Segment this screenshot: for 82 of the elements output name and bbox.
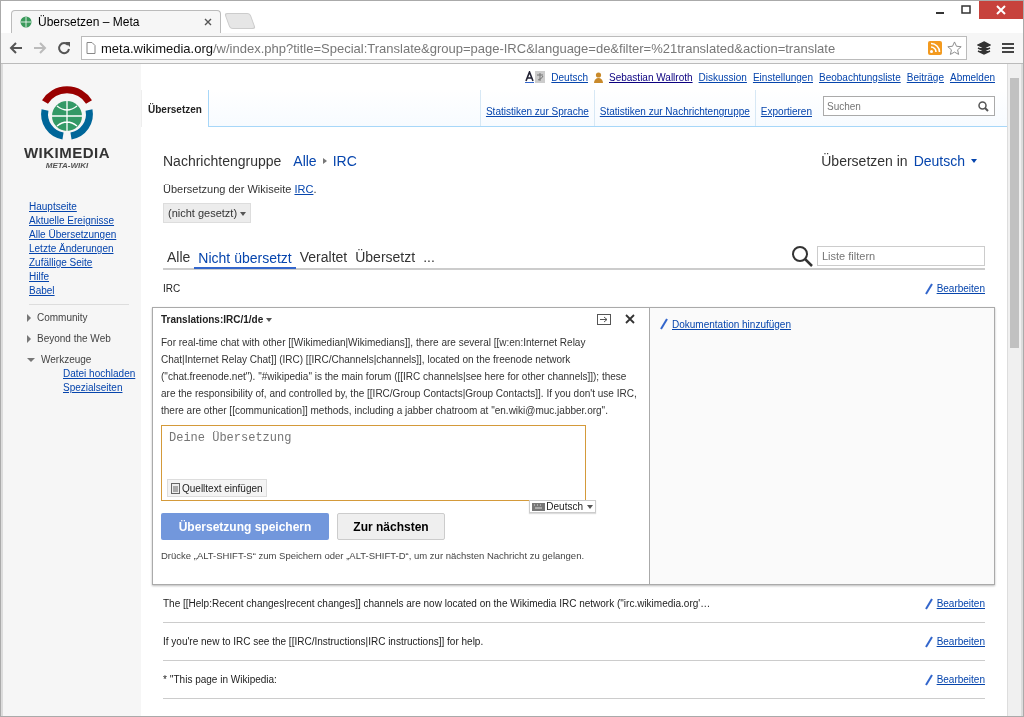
filter-tab[interactable]: ... xyxy=(419,246,439,266)
group-label: Nachrichtengruppe xyxy=(163,153,282,169)
language-icon[interactable] xyxy=(525,71,546,83)
clipboard-icon xyxy=(171,482,180,494)
message-text: If you're new to IRC see the [[IRC/Instructions|IRC instructions]] for help. xyxy=(163,636,485,647)
personal-link[interactable]: Beiträge xyxy=(906,71,944,83)
page-description: Übersetzung der Wikiseite IRC. xyxy=(163,183,317,195)
personal-link[interactable]: Sebastian Wallroth xyxy=(609,71,693,83)
search-field[interactable]: Suchen xyxy=(823,96,995,116)
filter-tab[interactable]: Veraltet xyxy=(295,246,352,266)
sidebar-link[interactable]: Datei hochladen xyxy=(63,368,136,379)
logo-subtitle: META-WIKI xyxy=(45,161,89,170)
message-text: * ''This page in Wikipedia: xyxy=(163,674,278,685)
language-link[interactable]: Deutsch xyxy=(551,71,588,83)
portal-toggle[interactable]: Beyond the Web xyxy=(27,333,111,344)
portal-toggle[interactable]: Community xyxy=(27,312,88,323)
translate-in-label: Übersetzen in xyxy=(821,153,908,169)
message-text: IRC xyxy=(163,283,182,294)
back-icon[interactable] xyxy=(9,41,23,55)
priority-dropdown[interactable]: (nicht gesetzt) xyxy=(163,203,252,223)
filter-tab[interactable]: Nicht übersetzt xyxy=(194,246,296,269)
personal-link[interactable]: Einstellungen xyxy=(752,71,813,83)
sidebar-link[interactable]: Letzte Änderungen xyxy=(29,243,129,254)
search-icon[interactable] xyxy=(978,101,989,112)
action-link[interactable]: Exportieren xyxy=(754,90,817,126)
page-tab[interactable]: Übersetzen xyxy=(141,90,209,127)
pencil-icon xyxy=(924,597,933,610)
breadcrumb-arrow-icon xyxy=(322,158,327,164)
breadcrumb-link[interactable]: IRC xyxy=(332,153,357,169)
sidebar-link[interactable]: Spezialseiten xyxy=(63,382,136,393)
pencil-icon xyxy=(924,635,933,648)
sidebar-link[interactable]: Hilfe xyxy=(29,271,129,282)
paste-source-button[interactable]: Quelltext einfügen xyxy=(167,479,267,497)
personal-link[interactable]: Diskussion xyxy=(698,71,747,83)
edit-link[interactable]: Bearbeiten xyxy=(936,674,985,685)
tab-title: Übersetzen – Meta xyxy=(38,15,141,29)
sidebar-link[interactable]: Babel xyxy=(29,285,129,296)
search-icon xyxy=(791,245,813,267)
source-text: For real-time chat with other [[Wikimedian|Wikimedians]], there are several [[w:en:Internet Relay Chat|Internet Relay Chat]] (IRC) [[IRC/Channels|channels]], located on the freenode network ("chat.freenode.net"). "#wikipedia" is the main forum ([[IRC channels|see here for other channels]]); these are the responsibility of, and controlled by, the [[IRC/Group Contacts|Group Contacts]]. If you don't use IRC, there are other [[communication]] methods, including a jabber chatroom at "en.wiki@muc.jabber.org". xyxy=(161,336,638,418)
filter-tab[interactable]: Übersetzt xyxy=(351,246,420,266)
sidebar-link[interactable]: Zufällige Seite xyxy=(29,257,129,268)
shortcut-hint: Drücke „ALT-SHIFT-S“ zum Speichern oder „ALT-SHIFT-D“, um zur nächsten Nachricht zu gelangen. xyxy=(161,550,586,561)
page-icon xyxy=(86,42,96,54)
breadcrumb-link[interactable]: Alle xyxy=(293,153,317,169)
close-tab-icon[interactable] xyxy=(204,18,212,26)
reload-icon[interactable] xyxy=(57,41,71,55)
browser-tab[interactable]: Übersetzen – Meta xyxy=(11,10,221,33)
translation-input-field[interactable]: Deine Übersetzung Quelltext einfügen xyxy=(161,425,586,501)
personal-link[interactable]: Beobachtungsliste xyxy=(819,71,901,83)
next-message-button[interactable]: Zur nächsten xyxy=(337,513,445,540)
pencil-icon xyxy=(660,318,668,330)
edit-link[interactable]: Bearbeiten xyxy=(936,283,985,294)
sidebar-link[interactable]: Alle Übersetzungen xyxy=(29,229,129,240)
personal-link[interactable]: Abmelden xyxy=(949,71,995,83)
input-language-selector[interactable]: Deutsch xyxy=(529,500,596,513)
keyboard-icon xyxy=(532,502,546,511)
filter-tab[interactable]: Alle xyxy=(163,246,195,266)
globe-icon xyxy=(20,16,32,28)
edit-link[interactable]: Bearbeiten xyxy=(936,598,985,609)
filter-field[interactable]: Liste filtern xyxy=(817,246,985,266)
edit-link[interactable]: Bearbeiten xyxy=(936,636,985,647)
add-documentation-link[interactable]: Dokumentation hinzufügen xyxy=(672,318,791,330)
message-text: The [[Help:Recent changes|recent changes]] channels are now located on the Wikimedia IRC network ("irc.wikimedia.org'… xyxy=(163,598,712,609)
expand-icon[interactable] xyxy=(597,313,611,325)
action-link[interactable]: Statistiken zur Sprache xyxy=(479,90,594,126)
action-link[interactable]: Statistiken zur Nachrichtengruppe xyxy=(593,90,755,126)
sidebar-link[interactable]: Aktuelle Ereignisse xyxy=(29,215,129,226)
scrollbar[interactable] xyxy=(1007,64,1021,716)
close-window-icon[interactable] xyxy=(979,1,1023,19)
layers-icon[interactable] xyxy=(977,41,991,55)
language-selector[interactable]: Deutsch xyxy=(913,153,977,169)
sidebar-link[interactable]: Hauptseite xyxy=(29,201,129,212)
logo-wordmark: WIKIMEDIA xyxy=(23,144,111,161)
menu-icon[interactable] xyxy=(1001,41,1015,55)
message-title-link[interactable]: Translations:IRC/1/de xyxy=(161,313,273,325)
pencil-icon xyxy=(924,282,933,295)
address-bar[interactable]: meta.wikimedia.org/w/index.php?title=Special:Translate&group=page-IRC&language=de&filter=%21translated&action=translate xyxy=(81,36,967,60)
close-icon[interactable] xyxy=(625,314,635,324)
pencil-icon xyxy=(924,673,933,686)
star-icon[interactable] xyxy=(947,40,962,56)
portal-toggle[interactable]: Werkzeuge xyxy=(27,354,136,365)
user-icon xyxy=(594,71,603,83)
